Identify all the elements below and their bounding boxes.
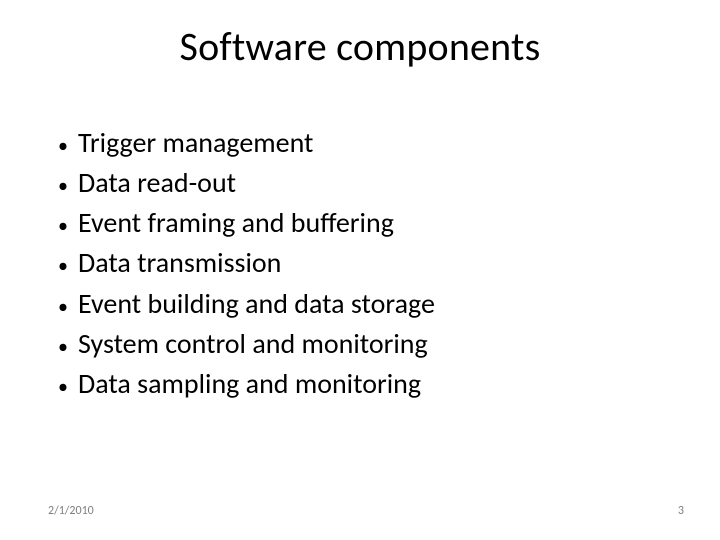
- list-item: • Event building and data storage: [48, 287, 672, 321]
- bullet-text: Data transmission: [78, 246, 281, 280]
- bullet-icon: •: [48, 377, 78, 397]
- slide-body: • Trigger management • Data read-out • E…: [48, 126, 672, 407]
- list-item: • Data read-out: [48, 166, 672, 200]
- bullet-text: Event framing and buffering: [78, 206, 394, 240]
- list-item: • Trigger management: [48, 126, 672, 160]
- slide-title: Software components: [0, 22, 720, 71]
- bullet-text: Event building and data storage: [78, 287, 435, 321]
- bullet-icon: •: [48, 176, 78, 196]
- bullet-text: Data sampling and monitoring: [78, 367, 421, 401]
- bullet-icon: •: [48, 256, 78, 276]
- bullet-text: Trigger management: [78, 126, 313, 160]
- bullet-text: System control and monitoring: [78, 327, 428, 361]
- list-item: • Data transmission: [48, 246, 672, 280]
- list-item: • Event framing and buffering: [48, 206, 672, 240]
- slide: Software components • Trigger management…: [0, 0, 720, 540]
- footer-date: 2/1/2010: [48, 504, 94, 518]
- bullet-icon: •: [48, 216, 78, 236]
- bullet-icon: •: [48, 136, 78, 156]
- footer-page-number: 3: [678, 504, 684, 518]
- bullet-icon: •: [48, 297, 78, 317]
- bullet-text: Data read-out: [78, 166, 236, 200]
- list-item: • System control and monitoring: [48, 327, 672, 361]
- list-item: • Data sampling and monitoring: [48, 367, 672, 401]
- bullet-icon: •: [48, 337, 78, 357]
